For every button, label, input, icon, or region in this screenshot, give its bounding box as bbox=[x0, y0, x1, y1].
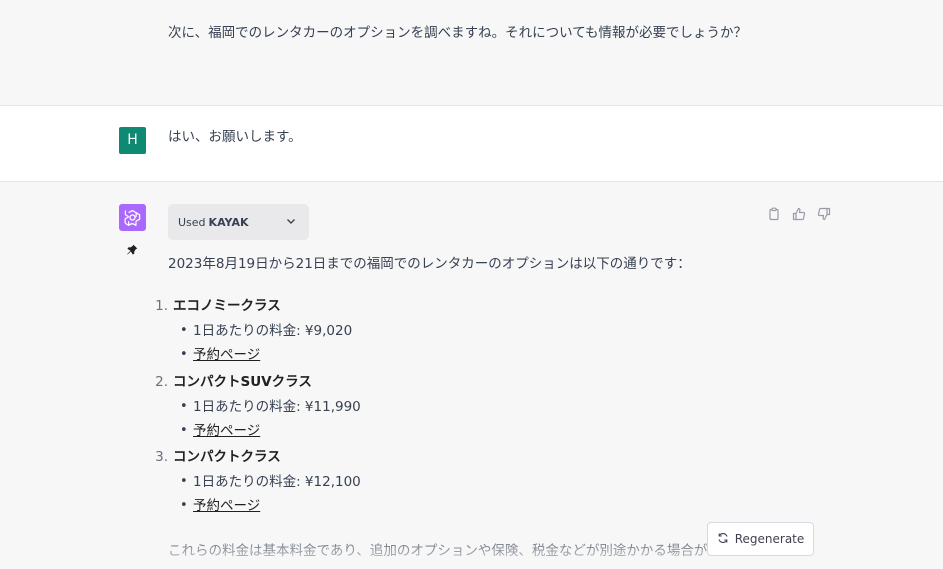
plugin-used-dropdown[interactable]: Used KAYAK bbox=[168, 204, 309, 240]
user-message-text: はい、お願いします。 bbox=[168, 129, 302, 145]
copy-icon[interactable] bbox=[766, 206, 782, 222]
regenerate-button[interactable]: Regenerate bbox=[707, 522, 814, 556]
option-title: エコノミークラス bbox=[173, 298, 281, 314]
list-item: 1. エコノミークラス • 1日あたりの料金: ¥9,020 • 予約ページ bbox=[150, 294, 750, 370]
regenerate-label: Regenerate bbox=[734, 532, 805, 546]
message-actions bbox=[766, 206, 832, 222]
list-item: 2. コンパクトSUVクラス • 1日あたりの料金: ¥11,990 • 予約ページ bbox=[150, 370, 750, 446]
pin-icon[interactable] bbox=[124, 242, 140, 258]
booking-page-link[interactable]: 予約ページ bbox=[193, 498, 260, 514]
assistant-intro-text: 2023年8月19日から21日までの福岡でのレンタカーのオプションは以下の通りで… bbox=[168, 256, 691, 272]
booking-page-link[interactable]: 予約ページ bbox=[193, 423, 260, 439]
list-item: 3. コンパクトクラス • 1日あたりの料金: ¥12,100 • 予約ページ bbox=[150, 445, 750, 521]
booking-page-link[interactable]: 予約ページ bbox=[193, 347, 260, 363]
option-title: コンパクトSUVクラス bbox=[173, 373, 312, 390]
previous-message-text: 次に、福岡でのレンタカーのオプションを調べますね。それについても情報が必要でしょ… bbox=[168, 25, 748, 41]
plugin-name: KAYAK bbox=[208, 215, 249, 229]
plugin-used-label: Used bbox=[178, 215, 206, 229]
thumbs-down-icon[interactable] bbox=[816, 206, 832, 222]
previous-assistant-message: 次に、福岡でのレンタカーのオプションを調べますね。それについても情報が必要でしょ… bbox=[0, 0, 943, 106]
assistant-message: Used KAYAK 2023年8月19日から21日までの福岡でのレンタカーのオ… bbox=[0, 182, 943, 569]
list-number: 1. bbox=[155, 298, 168, 314]
thumbs-up-icon[interactable] bbox=[791, 206, 807, 222]
refresh-icon bbox=[717, 532, 729, 547]
chat-page: 次に、福岡でのレンタカーのオプションを調べますね。それについても情報が必要でしょ… bbox=[0, 0, 943, 569]
user-avatar: H bbox=[119, 127, 146, 154]
list-number: 3. bbox=[155, 449, 168, 465]
chevron-down-icon bbox=[285, 215, 297, 230]
openai-logo-icon bbox=[124, 209, 141, 226]
user-message: H はい、お願いします。 bbox=[0, 106, 943, 182]
rental-options-list: 1. エコノミークラス • 1日あたりの料金: ¥9,020 • 予約ページ 2. … bbox=[150, 294, 750, 521]
assistant-avatar bbox=[119, 204, 146, 231]
list-number: 2. bbox=[155, 373, 168, 390]
option-title: コンパクトクラス bbox=[173, 449, 281, 465]
assistant-footer-text: これらの料金は基本料金であり、追加のオプションや保険、税金などが別途かかる場合が bbox=[168, 543, 708, 559]
